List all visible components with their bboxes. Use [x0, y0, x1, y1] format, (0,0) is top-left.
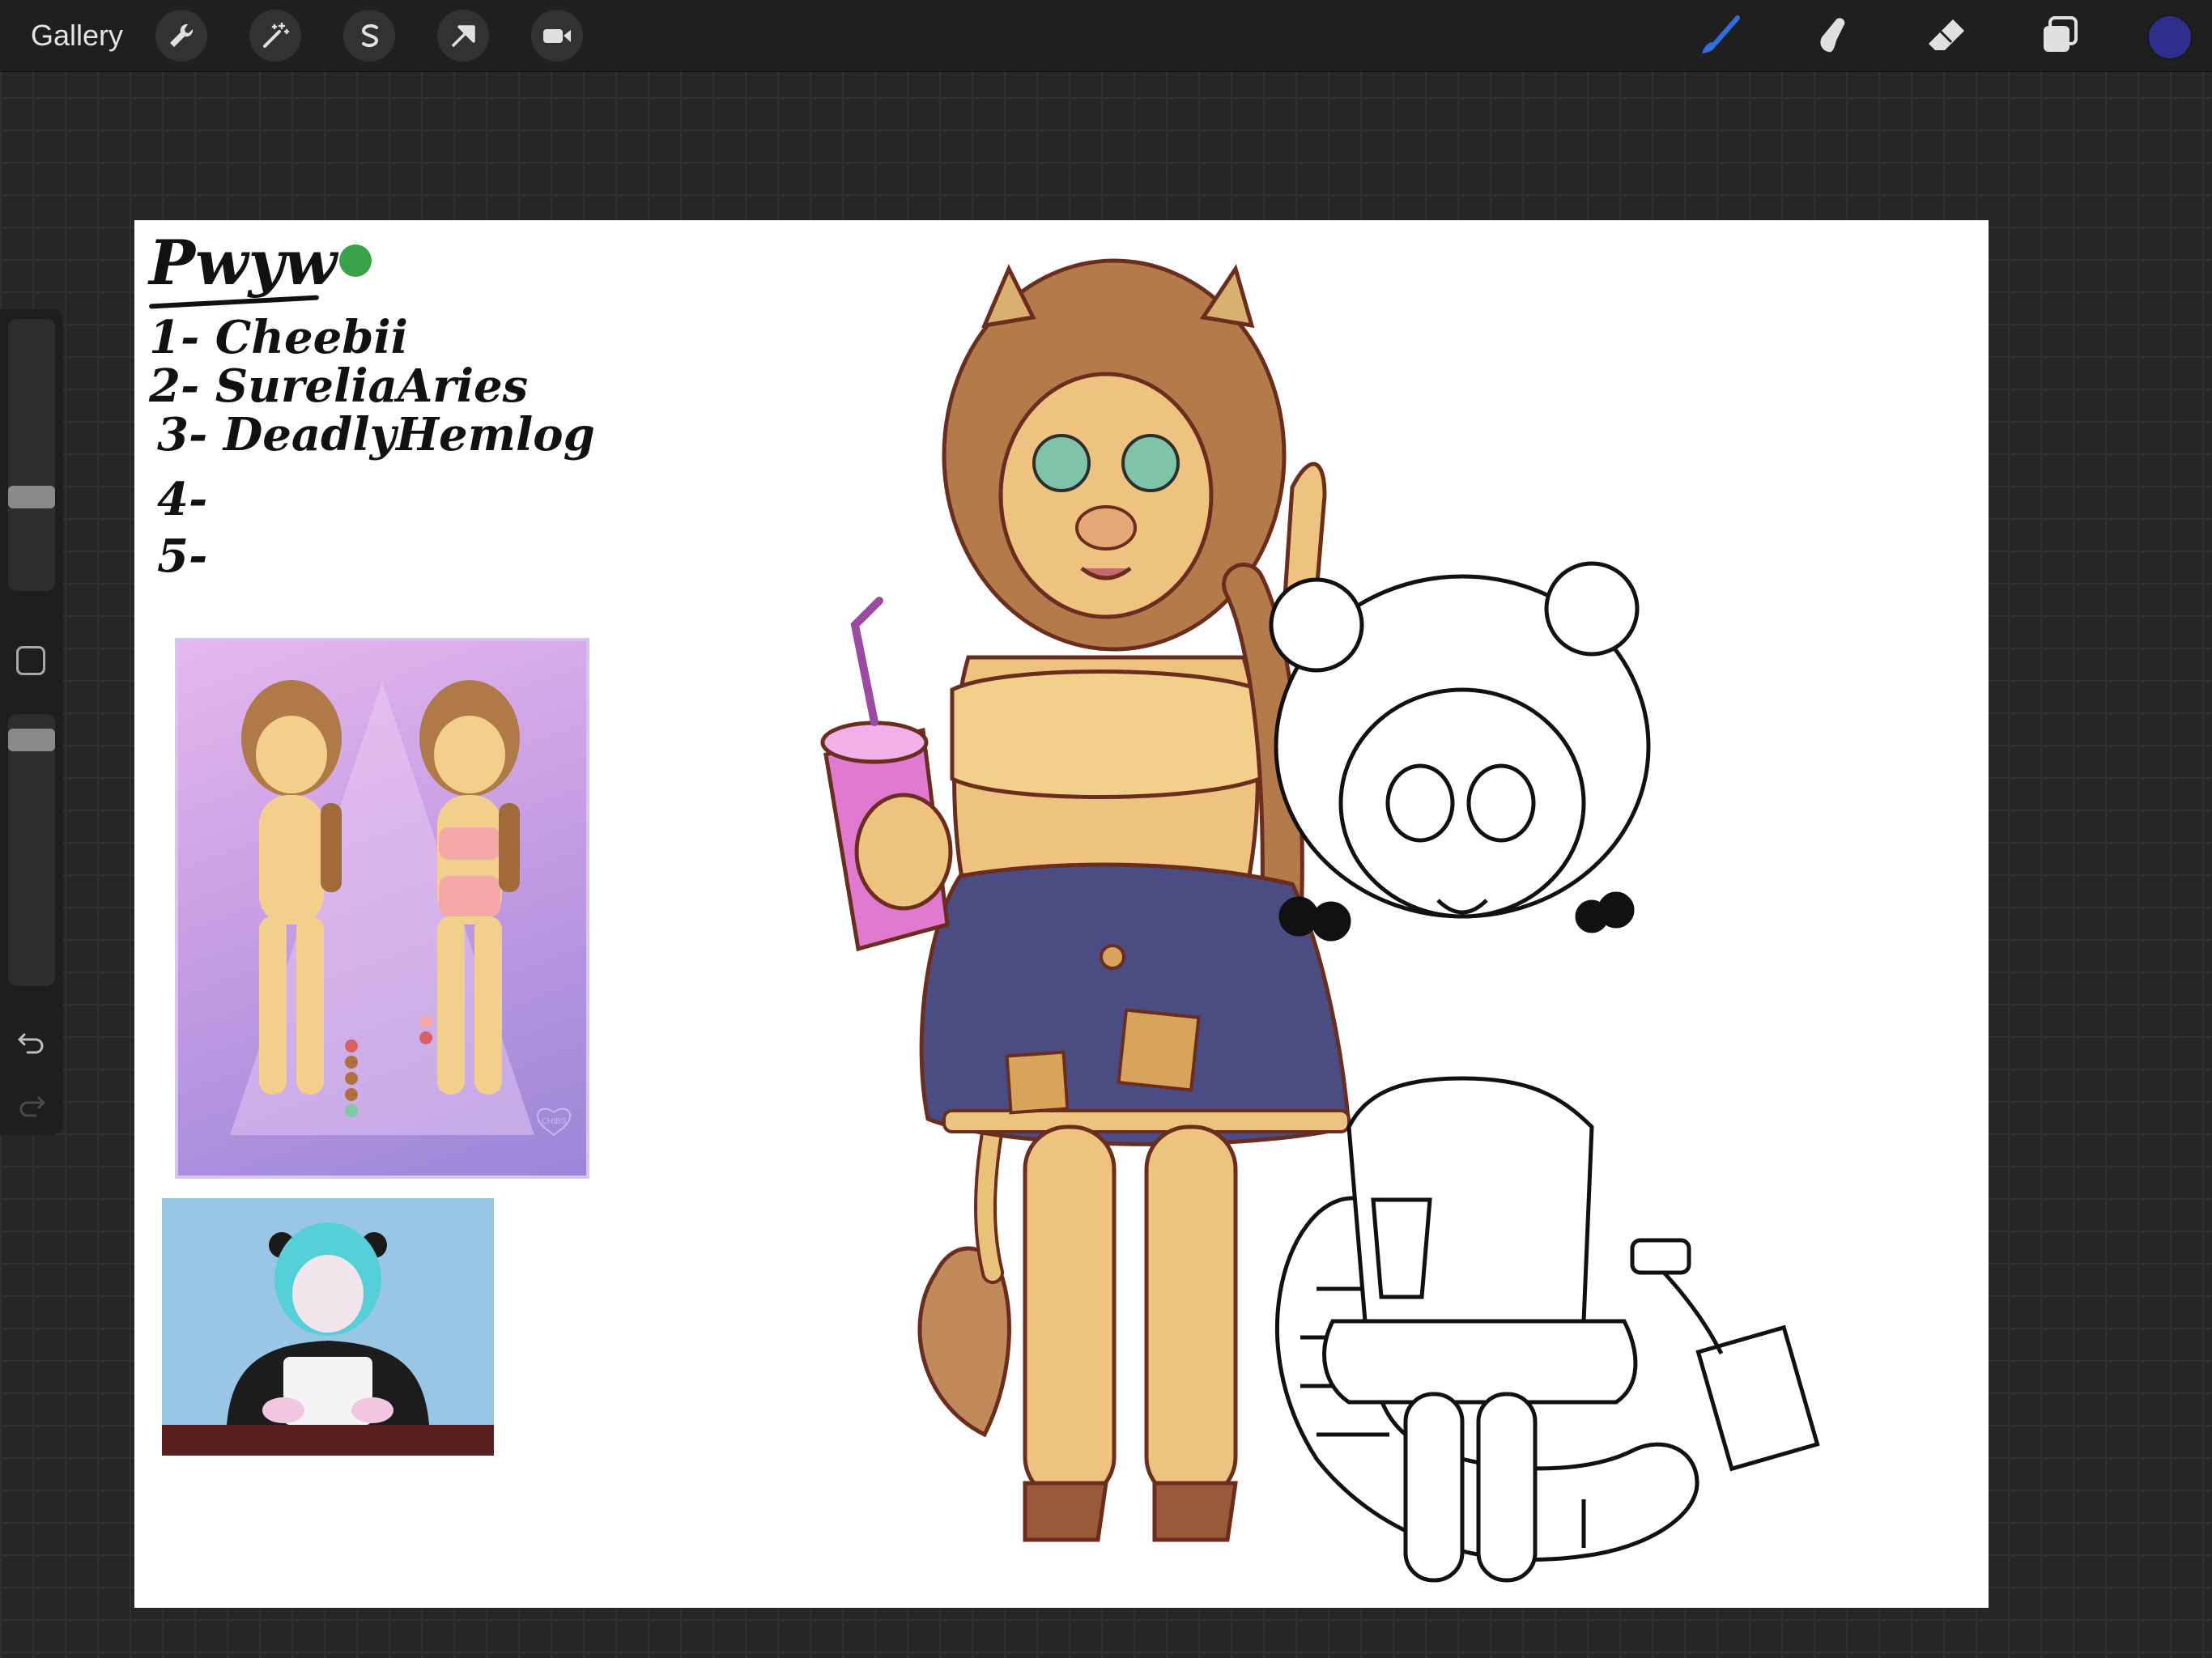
open-status-dot [339, 244, 372, 277]
color-picker-swatch[interactable] [2149, 16, 2191, 58]
brush-icon[interactable] [1695, 11, 1744, 60]
watermark-text: CHIBS [542, 1117, 567, 1126]
reference-thumbnail-bear [162, 1198, 494, 1456]
redo-icon[interactable] [15, 1088, 49, 1122]
opacity-knob[interactable] [8, 729, 55, 751]
slot-line-1: 1- Cheebii [149, 311, 408, 364]
slot-line-5: 5- [157, 529, 208, 583]
eraser-icon[interactable] [1922, 11, 1971, 60]
brush-size-slider[interactable] [8, 319, 55, 591]
reference-thumbnail-giraffe: CHIBS [175, 638, 589, 1179]
layers-icon[interactable] [2035, 11, 2084, 60]
slot-line-2: 2- SureliaAries [149, 359, 529, 413]
slot-line-3: 3- DeadlyHemlog [157, 408, 595, 461]
bear-reference-art [162, 1222, 494, 1456]
smudge-icon[interactable] [1809, 11, 1857, 60]
undo-icon[interactable] [15, 1025, 49, 1059]
opacity-slider[interactable] [8, 714, 55, 986]
square-modify-icon[interactable] [16, 646, 45, 675]
watermark-heart: CHIBS [536, 1107, 572, 1137]
gallery-button[interactable]: Gallery [31, 16, 123, 55]
drawing-canvas[interactable]: Pwyw 1- Cheebii 2- SureliaAries 3- Deadl… [134, 220, 1989, 1608]
magic-wand-icon[interactable] [249, 10, 301, 62]
wrench-icon[interactable] [155, 10, 207, 62]
canvas-title: Pwyw [149, 227, 338, 299]
brush-size-knob[interactable] [8, 486, 55, 508]
arrow-cursor-icon[interactable] [437, 10, 489, 62]
slot-line-4: 4- [157, 473, 208, 526]
top-toolbar: Gallery [0, 0, 2212, 72]
selection-s-icon[interactable] [343, 10, 395, 62]
video-camera-icon[interactable] [531, 10, 583, 62]
left-sidebar [0, 309, 63, 1135]
giraffe-reference-art: CHIBS [230, 680, 572, 1137]
second-character-lineart [1269, 561, 1820, 1583]
